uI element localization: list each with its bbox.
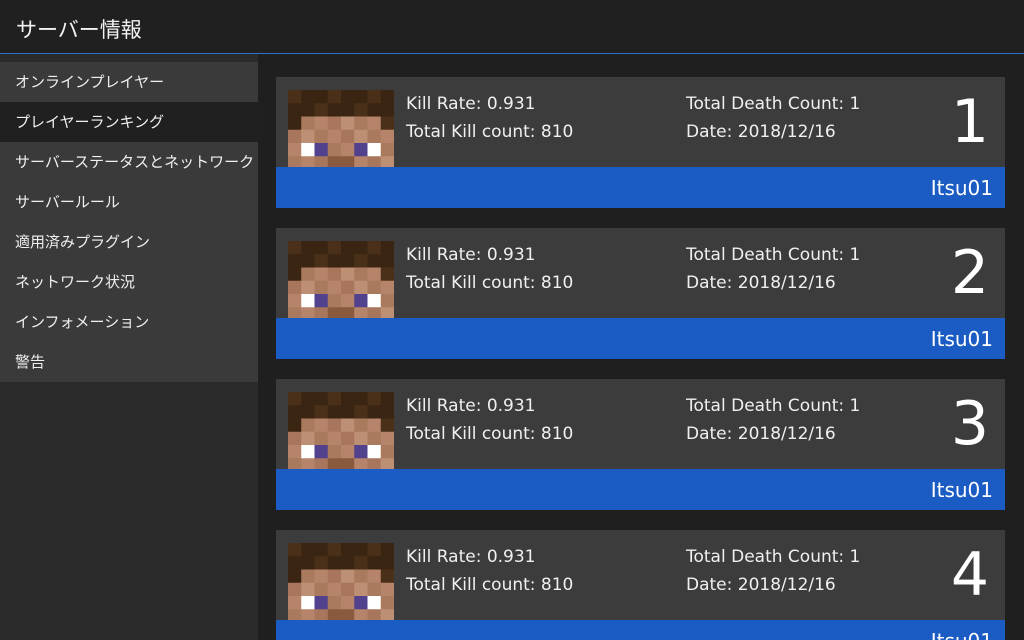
sidebar-item-server-rules[interactable]: サーバールール (0, 182, 258, 222)
sidebar-item-online-players[interactable]: オンラインプレイヤー (0, 62, 258, 102)
ranking-card[interactable]: Kill Rate: 0.931 Total Kill count: 810 T… (276, 379, 1005, 510)
player-name: Itsu01 (930, 176, 993, 200)
sidebar-item-label: サーバーステータスとネットワーク (15, 153, 255, 171)
player-name-bar: Itsu01 (276, 167, 1005, 208)
rank-number: 4 (950, 540, 989, 610)
sidebar-item-label: プレイヤーランキング (15, 113, 165, 131)
death-count: Total Death Count: 1 (686, 94, 861, 114)
sidebar-item-server-status[interactable]: サーバーステータスとネットワーク (0, 142, 258, 182)
rank-number: 2 (950, 238, 989, 308)
kill-rate: Kill Rate: 0.931 (406, 396, 536, 416)
window-title: サーバー情報 (16, 18, 142, 42)
rank-number: 1 (950, 87, 989, 157)
ranking-list[interactable]: Kill Rate: 0.931 Total Kill count: 810 T… (258, 54, 1024, 640)
ranking-card[interactable]: Kill Rate: 0.931 Total Kill count: 810 T… (276, 530, 1005, 640)
ranking-date: Date: 2018/12/16 (686, 273, 836, 293)
kill-count: Total Kill count: 810 (406, 424, 574, 444)
sidebar-item-player-ranking[interactable]: プレイヤーランキング (0, 102, 258, 142)
player-name: Itsu01 (930, 327, 993, 351)
player-name-bar: Itsu01 (276, 620, 1005, 640)
sidebar-item-warning[interactable]: 警告 (0, 342, 258, 382)
kill-count: Total Kill count: 810 (406, 273, 574, 293)
player-name: Itsu01 (931, 629, 993, 640)
sidebar-item-plugins[interactable]: 適用済みプラグイン (0, 222, 258, 262)
death-count: Total Death Count: 1 (686, 245, 861, 265)
death-count: Total Death Count: 1 (686, 396, 861, 416)
sidebar-item-label: 適用済みプラグイン (15, 233, 151, 251)
ranking-date: Date: 2018/12/16 (686, 575, 836, 595)
sidebar-item-label: ネットワーク状況 (15, 273, 136, 291)
sidebar-item-label: インフォメーション (15, 313, 150, 331)
death-count: Total Death Count: 1 (686, 547, 861, 567)
kill-count: Total Kill count: 810 (406, 122, 574, 142)
ranking-card[interactable]: Kill Rate: 0.931 Total Kill count: 810 T… (276, 77, 1005, 208)
sidebar-item-information[interactable]: インフォメーション (0, 302, 258, 342)
sidebar-item-label: 警告 (15, 353, 46, 371)
title-bar: サーバー情報 (0, 0, 1024, 54)
ranking-date: Date: 2018/12/16 (686, 424, 836, 444)
ranking-date: Date: 2018/12/16 (686, 122, 836, 142)
kill-rate: Kill Rate: 0.931 (406, 94, 536, 114)
kill-rate: Kill Rate: 0.931 (406, 547, 536, 567)
player-name: Itsu01 (930, 478, 993, 502)
rank-number: 3 (950, 389, 989, 459)
sidebar-item-network-status[interactable]: ネットワーク状況 (0, 262, 258, 302)
sidebar-nav: オンラインプレイヤー プレイヤーランキング サーバーステータスとネットワーク サ… (0, 54, 258, 640)
player-name-bar: Itsu01 (276, 469, 1005, 510)
sidebar-item-label: サーバールール (15, 193, 120, 211)
ranking-card[interactable]: Kill Rate: 0.931 Total Kill count: 810 T… (276, 228, 1005, 359)
sidebar-item-label: オンラインプレイヤー (15, 73, 165, 91)
kill-count: Total Kill count: 810 (406, 575, 574, 595)
player-name-bar: Itsu01 (276, 318, 1005, 359)
kill-rate: Kill Rate: 0.931 (406, 245, 536, 265)
